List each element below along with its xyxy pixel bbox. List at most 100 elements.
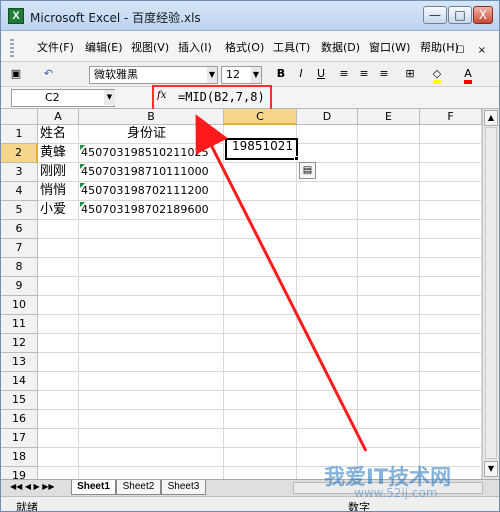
grid-cell[interactable] (79, 353, 224, 372)
grid-cell[interactable] (38, 429, 79, 448)
grid-cell[interactable] (420, 163, 482, 182)
column-header-e[interactable]: E (358, 109, 420, 125)
grid-cell[interactable] (420, 182, 482, 201)
row-header-15[interactable]: 15 (1, 391, 38, 410)
grid-cell[interactable] (224, 163, 297, 182)
row-header-17[interactable]: 17 (1, 429, 38, 448)
cell-a4[interactable]: 悄悄 (38, 182, 79, 201)
grid-cell[interactable] (420, 315, 482, 334)
menu-view[interactable]: 视图(V) (131, 39, 169, 55)
grid-cell[interactable] (358, 144, 420, 163)
menu-window[interactable]: 窗口(W) (369, 39, 410, 55)
grid-cell[interactable] (358, 372, 420, 391)
grid-cell[interactable] (297, 391, 358, 410)
menu-edit[interactable]: 编辑(E) (85, 39, 123, 55)
grid-cell[interactable] (420, 277, 482, 296)
row-header-19[interactable]: 19 (1, 467, 38, 479)
italic-button[interactable]: I (293, 66, 309, 83)
paste-options-icon[interactable]: ▤ (299, 162, 316, 179)
grid-cell[interactable] (358, 201, 420, 220)
grid-cell[interactable] (420, 220, 482, 239)
row-header-11[interactable]: 11 (1, 315, 38, 334)
grid-cell[interactable] (79, 372, 224, 391)
column-header-b[interactable]: B (79, 109, 224, 125)
borders-icon[interactable]: ⊞ (400, 66, 420, 83)
grid-cell[interactable] (297, 372, 358, 391)
align-center-icon[interactable]: ≡ (356, 66, 372, 83)
row-header-8[interactable]: 8 (1, 258, 38, 277)
grid-cell[interactable] (358, 239, 420, 258)
underline-button[interactable]: U (313, 66, 329, 83)
grid-cell[interactable] (224, 410, 297, 429)
grid-cell[interactable] (224, 391, 297, 410)
row-header-16[interactable]: 16 (1, 410, 38, 429)
grid-cell[interactable] (297, 220, 358, 239)
row-header-4[interactable]: 4 (1, 182, 38, 201)
grid-cell[interactable] (79, 334, 224, 353)
cell-a1[interactable]: 姓名 (38, 125, 79, 144)
grid-cell[interactable] (38, 239, 79, 258)
chevron-down-icon[interactable]: ▼ (104, 90, 115, 105)
close-button[interactable]: X (473, 6, 493, 24)
font-color-icon[interactable]: A (456, 66, 480, 84)
grid-cell[interactable] (38, 315, 79, 334)
grid-cell[interactable] (358, 163, 420, 182)
grid-cell[interactable] (420, 410, 482, 429)
grid-cell[interactable] (358, 391, 420, 410)
grid-cell[interactable] (224, 277, 297, 296)
scroll-up-icon[interactable]: ▲ (484, 110, 498, 126)
grid-cell[interactable] (38, 277, 79, 296)
grid-cell[interactable] (224, 258, 297, 277)
scroll-down-icon[interactable]: ▼ (484, 461, 498, 477)
grid-cell[interactable] (358, 334, 420, 353)
grid-cell[interactable] (38, 220, 79, 239)
grid-cell[interactable] (38, 258, 79, 277)
vertical-scrollbar[interactable]: ▲ ▼ (482, 109, 499, 479)
grid-cell[interactable] (79, 391, 224, 410)
grid-cell[interactable] (38, 467, 79, 479)
grid-cell[interactable] (297, 429, 358, 448)
grid-cell[interactable] (224, 315, 297, 334)
grid-cell[interactable] (224, 296, 297, 315)
grid-cell[interactable] (79, 258, 224, 277)
cell-a2[interactable]: 黄蜂 (38, 144, 79, 163)
grid-cell[interactable] (297, 144, 358, 163)
menu-data[interactable]: 数据(D) (321, 39, 360, 55)
grid-cell[interactable] (38, 391, 79, 410)
column-header-d[interactable]: D (297, 109, 358, 125)
grid-cell[interactable] (38, 296, 79, 315)
cell-b4[interactable]: 450703198702111200 (79, 182, 224, 201)
grid-cell[interactable] (38, 372, 79, 391)
grid-cell[interactable] (79, 239, 224, 258)
fill-color-icon[interactable]: ◇ (426, 66, 448, 84)
cell-a5[interactable]: 小爱 (38, 201, 79, 220)
cell-a3[interactable]: 刚刚 (38, 163, 79, 182)
bold-button[interactable]: B (273, 66, 289, 83)
grid-cell[interactable] (420, 201, 482, 220)
grid-cell[interactable] (38, 410, 79, 429)
grid-cell[interactable] (420, 334, 482, 353)
font-name-select[interactable]: 微软雅黑 ▼ (89, 66, 218, 84)
menu-tools[interactable]: 工具(T) (273, 39, 310, 55)
grid-cell[interactable] (224, 372, 297, 391)
cell-b3[interactable]: 450703198710111000 (79, 163, 224, 182)
grid-cell[interactable] (420, 296, 482, 315)
grid-cell[interactable] (420, 144, 482, 163)
grid-cell[interactable] (224, 353, 297, 372)
row-header-10[interactable]: 10 (1, 296, 38, 315)
grid-cell[interactable] (79, 448, 224, 467)
grid-cell[interactable] (358, 315, 420, 334)
grid-cell[interactable] (79, 467, 224, 479)
grid-cell[interactable] (297, 334, 358, 353)
row-header-3[interactable]: 3 (1, 163, 38, 182)
grid-cell[interactable] (358, 125, 420, 144)
grid-cell[interactable] (358, 258, 420, 277)
row-header-2[interactable]: 2 (1, 144, 38, 163)
column-header-c[interactable]: C (224, 109, 297, 125)
row-header-9[interactable]: 9 (1, 277, 38, 296)
grid-cell[interactable] (420, 258, 482, 277)
document-window-controls[interactable]: - ☐ × (439, 45, 491, 56)
grid-cell[interactable] (79, 315, 224, 334)
row-header-18[interactable]: 18 (1, 448, 38, 467)
grid-cell[interactable] (79, 296, 224, 315)
